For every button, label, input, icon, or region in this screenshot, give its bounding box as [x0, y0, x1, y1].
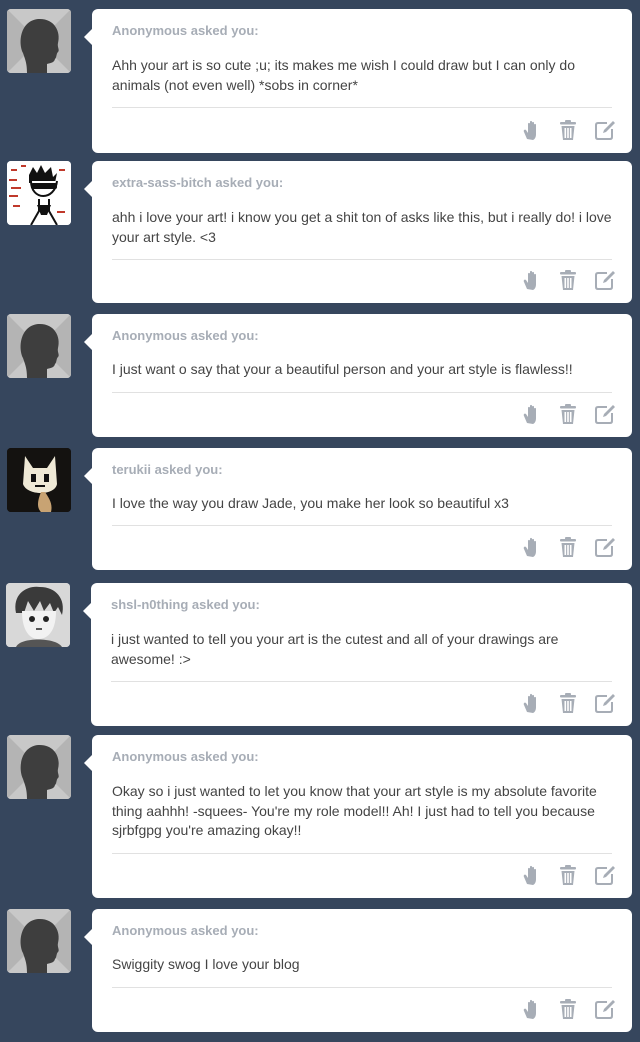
trash-icon[interactable]	[557, 536, 579, 558]
question-text: i just wanted to tell you your art is th…	[111, 631, 559, 667]
edit-icon[interactable]	[594, 692, 616, 714]
edit-icon[interactable]	[594, 536, 616, 558]
asker-name: Anonymous asked you:	[112, 328, 259, 343]
block-hand-icon[interactable]	[520, 403, 542, 425]
ask-card: Anonymous asked you: Swiggity swog I lov…	[84, 909, 632, 1032]
divider	[112, 392, 612, 393]
ask-actions	[505, 536, 616, 558]
trash-icon[interactable]	[557, 403, 579, 425]
divider	[111, 681, 612, 682]
ask-actions	[505, 864, 616, 886]
question-text: I love the way you draw Jade, you make h…	[112, 495, 509, 511]
anonymous-avatar[interactable]	[7, 909, 71, 973]
edit-icon[interactable]	[594, 269, 616, 291]
ask-actions	[505, 692, 616, 714]
ask-item: Anonymous asked you: Okay so i just want…	[0, 735, 640, 898]
block-hand-icon[interactable]	[520, 269, 542, 291]
asker-name: shsl-n0thing asked you:	[111, 597, 260, 612]
ask-actions	[505, 403, 616, 425]
user-avatar[interactable]	[7, 448, 71, 512]
asker-name: terukii asked you:	[112, 462, 223, 477]
trash-icon[interactable]	[557, 864, 579, 886]
edit-icon[interactable]	[594, 119, 616, 141]
ask-actions	[505, 119, 616, 141]
ask-item: shsl-n0thing asked you: i just wanted to…	[0, 583, 640, 726]
question-text: Swiggity swog I love your blog	[112, 956, 300, 972]
divider	[112, 259, 612, 260]
block-hand-icon[interactable]	[520, 864, 542, 886]
ask-item: terukii asked you: I love the way you dr…	[0, 448, 640, 570]
question-text: ahh i love your art! i know you get a sh…	[112, 209, 612, 245]
user-avatar[interactable]	[6, 583, 70, 647]
ask-card: Anonymous asked you: I just want o say t…	[84, 314, 632, 437]
ask-actions	[505, 269, 616, 291]
edit-icon[interactable]	[594, 864, 616, 886]
ask-card: extra-sass-bitch asked you: ahh i love y…	[84, 161, 632, 303]
ask-item: Anonymous asked you: I just want o say t…	[0, 314, 640, 437]
question-text: Okay so i just wanted to let you know th…	[112, 783, 597, 838]
divider	[112, 853, 612, 854]
block-hand-icon[interactable]	[520, 998, 542, 1020]
trash-icon[interactable]	[557, 269, 579, 291]
anonymous-avatar[interactable]	[7, 9, 71, 73]
trash-icon[interactable]	[557, 119, 579, 141]
user-avatar[interactable]	[7, 161, 71, 225]
ask-card: Anonymous asked you: Okay so i just want…	[84, 735, 632, 898]
edit-icon[interactable]	[594, 403, 616, 425]
trash-icon[interactable]	[557, 998, 579, 1020]
block-hand-icon[interactable]	[520, 536, 542, 558]
block-hand-icon[interactable]	[520, 692, 542, 714]
divider	[112, 107, 612, 108]
ask-card: shsl-n0thing asked you: i just wanted to…	[83, 583, 632, 726]
asker-name: Anonymous asked you:	[112, 749, 259, 764]
ask-item: extra-sass-bitch asked you: ahh i love y…	[0, 161, 640, 303]
asker-name: Anonymous asked you:	[112, 23, 259, 38]
question-text: I just want o say that your a beautiful …	[112, 361, 573, 377]
anonymous-avatar[interactable]	[7, 314, 71, 378]
asker-name: Anonymous asked you:	[112, 923, 259, 938]
question-text: Ahh your art is so cute ;u; its makes me…	[112, 57, 575, 93]
divider	[112, 987, 612, 988]
edit-icon[interactable]	[594, 998, 616, 1020]
trash-icon[interactable]	[557, 692, 579, 714]
asker-name: extra-sass-bitch asked you:	[112, 175, 284, 190]
divider	[112, 525, 612, 526]
ask-card: terukii asked you: I love the way you dr…	[84, 448, 632, 570]
ask-card: Anonymous asked you: Ahh your art is so …	[84, 9, 632, 153]
ask-actions	[505, 998, 616, 1020]
ask-item: Anonymous asked you: Swiggity swog I lov…	[0, 909, 640, 1032]
ask-item: Anonymous asked you: Ahh your art is so …	[0, 9, 640, 153]
block-hand-icon[interactable]	[520, 119, 542, 141]
anonymous-avatar[interactable]	[7, 735, 71, 799]
